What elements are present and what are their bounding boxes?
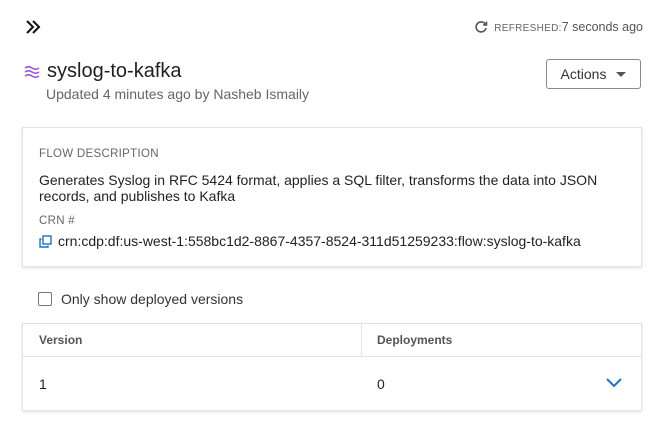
actions-label: Actions [560,66,607,82]
crn-label: CRN # [39,215,76,227]
refresh-status[interactable]: REFRESHED:7 seconds ago [474,20,643,34]
flow-description-text: Generates Syslog in RFC 5424 format, app… [39,172,598,204]
copy-icon[interactable] [39,234,52,248]
flow-subtitle: Updated 4 minutes ago by Nasheb Ismaily [46,86,310,102]
table-header: Version Deployments [23,324,641,357]
expand-sidebar-button[interactable] [24,18,44,36]
versions-table: Version Deployments 1 0 [22,323,642,411]
deployed-filter[interactable]: Only show deployed versions [38,291,243,307]
deployed-filter-label: Only show deployed versions [61,291,244,307]
flow-title-row: syslog-to-kafka [24,60,182,83]
column-header-deployments[interactable]: Deployments [377,333,452,347]
column-header-version[interactable]: Version [39,333,82,347]
deployments-cell: 0 [377,376,385,392]
refreshed-value: 7 seconds ago [561,20,643,34]
caret-down-icon [616,71,627,77]
flow-layers-icon [24,65,40,78]
actions-button[interactable]: Actions [546,59,641,89]
double-chevron-right-icon [26,20,41,34]
version-cell: 1 [39,376,47,392]
table-row[interactable]: 1 0 [23,357,641,412]
crn-row: crn:cdp:df:us-west-1:558bc1d2-8867-4357-… [39,233,581,249]
column-divider [361,324,362,356]
flow-title: syslog-to-kafka [47,60,182,82]
deployed-filter-checkbox[interactable] [38,292,52,306]
flow-description-card: FLOW DESCRIPTION Generates Syslog in RFC… [22,127,642,267]
crn-value: crn:cdp:df:us-west-1:558bc1d2-8867-4357-… [58,233,581,249]
refreshed-label: REFRESHED: [494,23,562,34]
refresh-icon [475,21,488,33]
flow-description-label: FLOW DESCRIPTION [39,148,159,160]
chevron-down-icon[interactable] [605,377,623,389]
